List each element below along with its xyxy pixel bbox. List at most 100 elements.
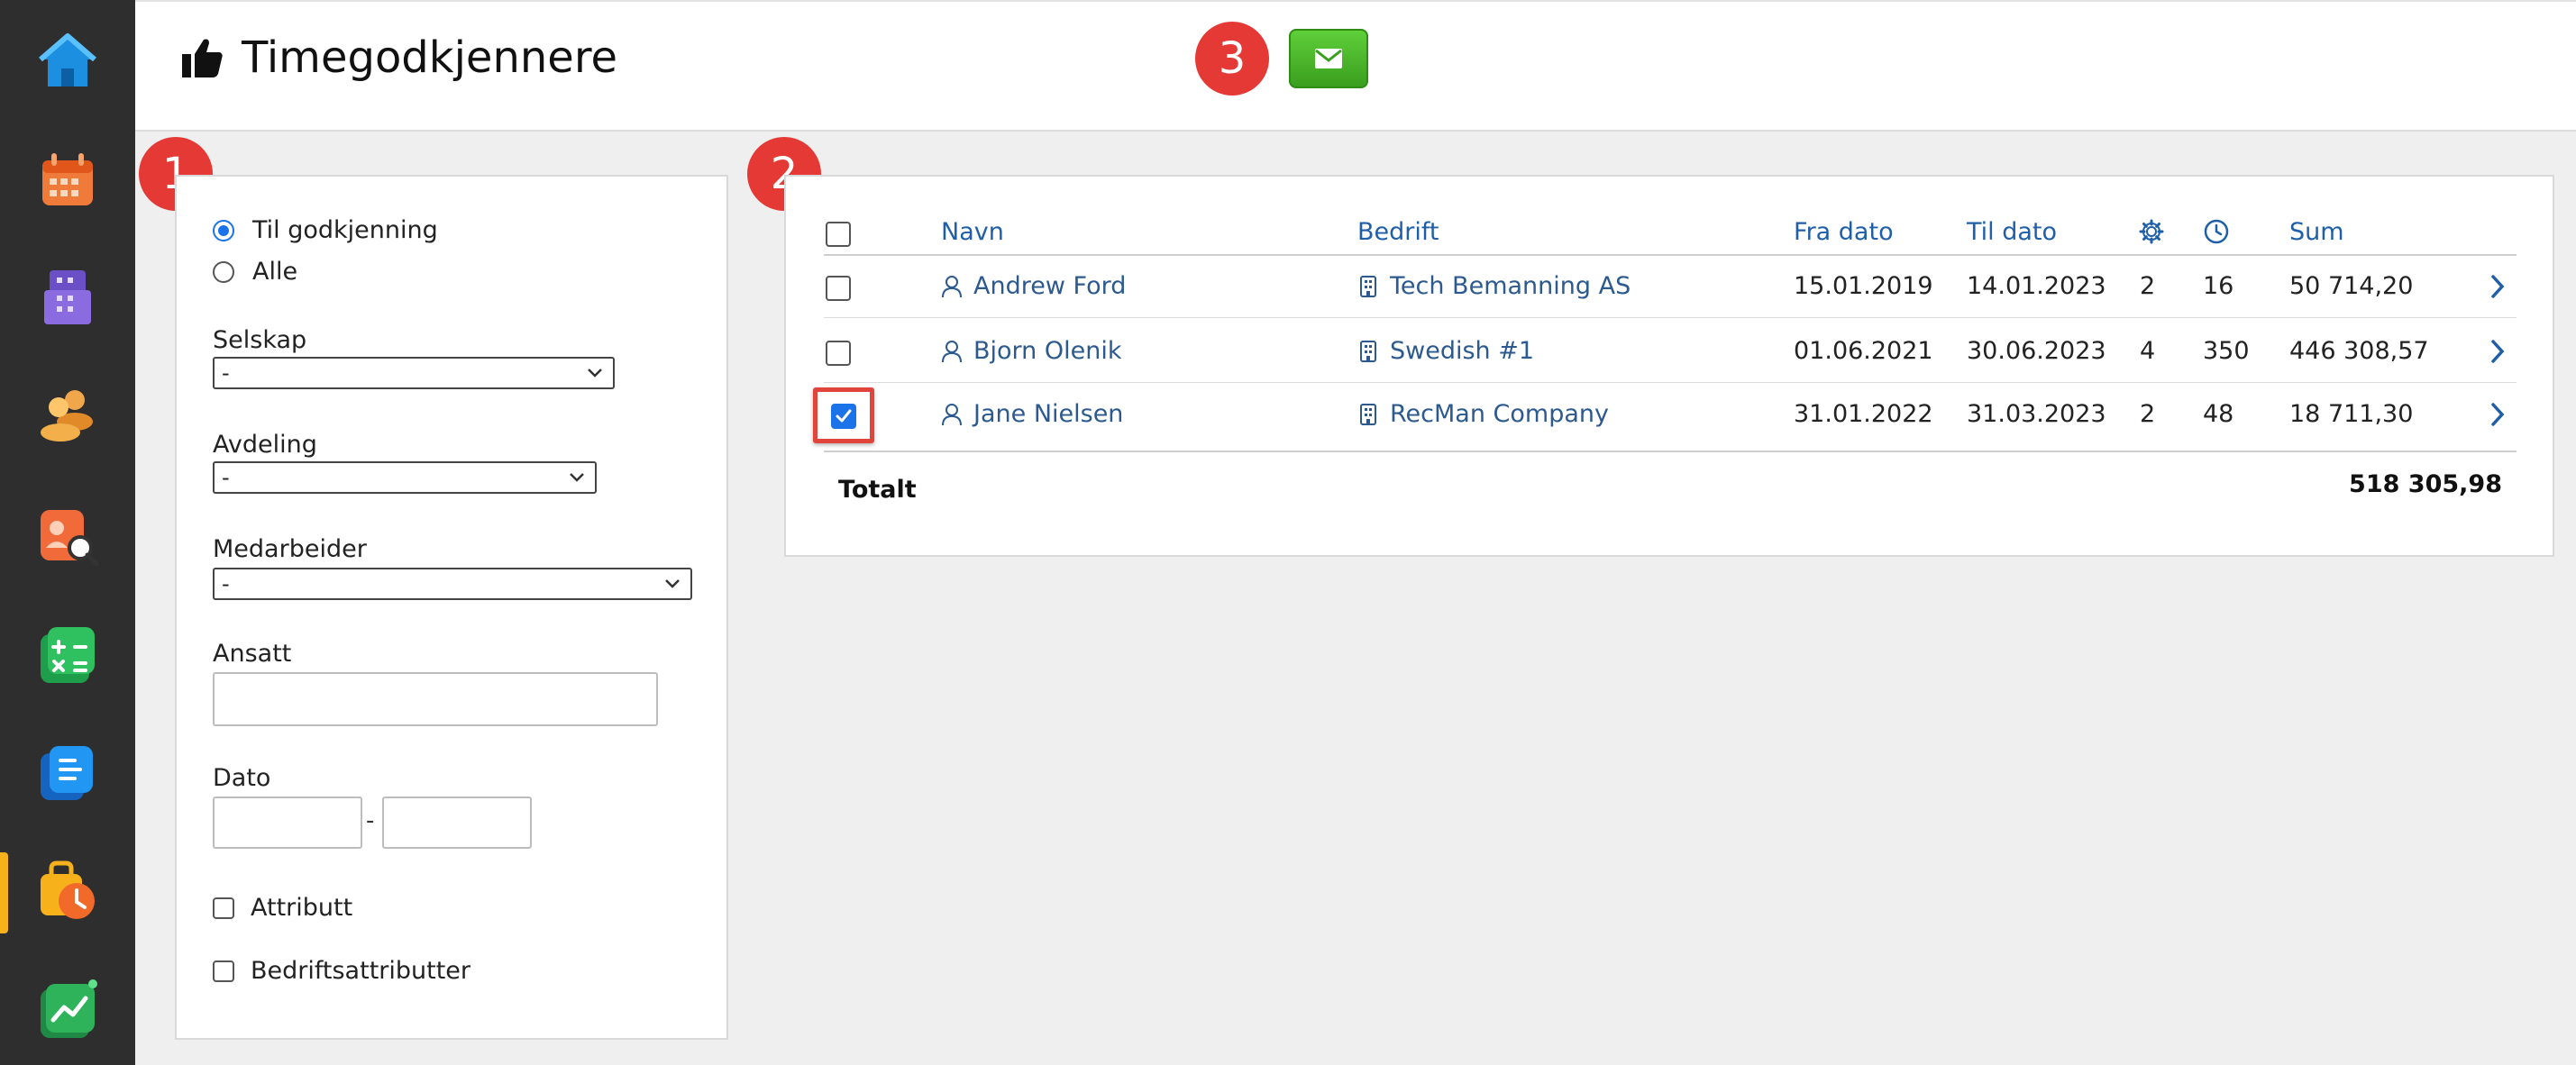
attribute-checkbox-label: Attributt [251,894,353,922]
radio-pending-row[interactable]: Til godkjenning [213,216,438,244]
chevron-down-icon [665,579,680,588]
employee-name-link[interactable]: Jane Nielsen [941,400,1123,428]
company-name-link[interactable]: Tech Bemanning AS [1357,272,1631,300]
employee-name-link[interactable]: Andrew Ford [941,272,1126,300]
sum-value: 446 308,57 [2289,337,2429,365]
attribute-checkbox-row[interactable]: Attributt [213,894,352,922]
filter-panel: Til godkjenning Alle Selskap - Avdeling … [175,175,728,1040]
sidebar-active-indicator [0,852,8,933]
document-icon[interactable] [33,739,102,807]
company-attributes-checkbox-row[interactable]: Bedriftsattributter [213,957,470,985]
person-icon [942,403,962,425]
to-date: 31.03.2023 [1967,400,2106,428]
people-icon[interactable] [33,380,102,449]
company-select[interactable]: - [213,357,615,389]
building-icon[interactable] [33,263,102,332]
column-header-from-date[interactable]: Fra dato [1794,218,1894,246]
to-date: 30.06.2023 [1967,337,2106,365]
count-value: 2 [2140,400,2156,428]
company-attributes-checkbox-label: Bedriftsattributter [251,957,471,985]
company-name: Swedish #1 [1390,337,1535,365]
clock-icon [2204,219,2229,244]
send-email-button[interactable] [1289,29,1368,88]
company-name-link[interactable]: Swedish #1 [1357,337,1534,365]
department-label: Avdeling [213,431,317,459]
department-select[interactable]: - [213,461,597,494]
to-date: 14.01.2023 [1967,272,2106,300]
chevron-right-icon[interactable] [2489,339,2506,364]
company-name: Tech Bemanning AS [1390,272,1631,300]
calendar-icon[interactable] [33,146,102,214]
company-label: Selskap [213,326,307,354]
column-header-company[interactable]: Bedrift [1357,218,1439,246]
row-checkbox[interactable] [826,276,851,301]
company-name-link[interactable]: RecMan Company [1357,400,1609,428]
column-header-to-date[interactable]: Til dato [1967,218,2057,246]
employee-select[interactable]: - [213,568,692,600]
page-title: Timegodkjennere [242,32,618,83]
company-select-value: - [222,360,230,386]
radio-all[interactable] [213,260,234,283]
row-divider [824,382,2517,383]
row-divider [824,317,2517,318]
person-icon [942,275,962,297]
timesheet-table-panel: Navn Bedrift Fra dato Til dato Sum Andre… [784,175,2554,557]
date-label: Dato [213,764,271,792]
chevron-down-icon [588,369,602,378]
calculator-icon[interactable] [33,622,102,690]
page-title-wrap: Timegodkjennere [178,32,617,83]
chevron-right-icon[interactable] [2489,274,2506,299]
home-icon[interactable] [33,27,102,96]
radio-all-row[interactable]: Alle [213,258,297,286]
radio-all-label: Alle [252,258,298,286]
count-value: 2 [2140,272,2156,300]
timesheet-icon[interactable] [33,858,102,926]
from-date: 15.01.2019 [1794,272,1933,300]
column-header-sum[interactable]: Sum [2289,218,2344,246]
gear-icon [2139,219,2164,244]
total-value: 518 305,98 [2349,470,2502,498]
step-badge-3: 3 [1195,22,1269,96]
building-icon [1360,340,1376,362]
company-name: RecMan Company [1390,400,1609,428]
candidate-search-icon[interactable] [33,501,102,569]
employee-name: Andrew Ford [973,272,1127,300]
company-attributes-checkbox[interactable] [213,960,234,982]
chevron-down-icon [570,473,584,482]
building-icon [1360,403,1376,425]
radio-pending-label: Til godkjenning [252,216,438,244]
table-header-divider [824,254,2517,256]
employee-name: Bjorn Olenik [973,337,1122,365]
department-select-value: - [222,465,230,490]
attribute-checkbox[interactable] [213,897,234,919]
thumbs-up-icon [182,39,223,77]
employee-name-link[interactable]: Bjorn Olenik [941,337,1121,365]
chart-icon[interactable] [33,977,102,1045]
column-header-name[interactable]: Navn [941,218,1004,246]
hours-value: 350 [2203,337,2250,365]
employed-label: Ansatt [213,640,292,668]
hours-value: 16 [2203,272,2234,300]
hours-value: 48 [2203,400,2234,428]
date-separator: - [366,807,375,834]
count-value: 4 [2140,337,2156,365]
employee-label: Medarbeider [213,535,367,563]
building-icon [1360,275,1376,297]
date-from-input[interactable] [213,796,362,849]
selection-highlight [813,387,874,443]
row-checkbox[interactable] [826,341,851,366]
employed-input[interactable] [213,672,658,726]
chevron-right-icon[interactable] [2489,402,2506,427]
radio-pending[interactable] [213,219,234,241]
select-all-checkbox[interactable] [826,222,851,247]
person-icon [942,340,962,362]
envelope-icon [1315,49,1342,68]
from-date: 01.06.2021 [1794,337,1933,365]
sum-value: 18 711,30 [2289,400,2414,428]
page-header: Timegodkjennere [135,0,2576,132]
sum-value: 50 714,20 [2289,272,2414,300]
employee-name: Jane Nielsen [973,400,1124,428]
employee-select-value: - [222,571,230,596]
date-to-input[interactable] [382,796,532,849]
app-sidebar [0,0,135,1065]
